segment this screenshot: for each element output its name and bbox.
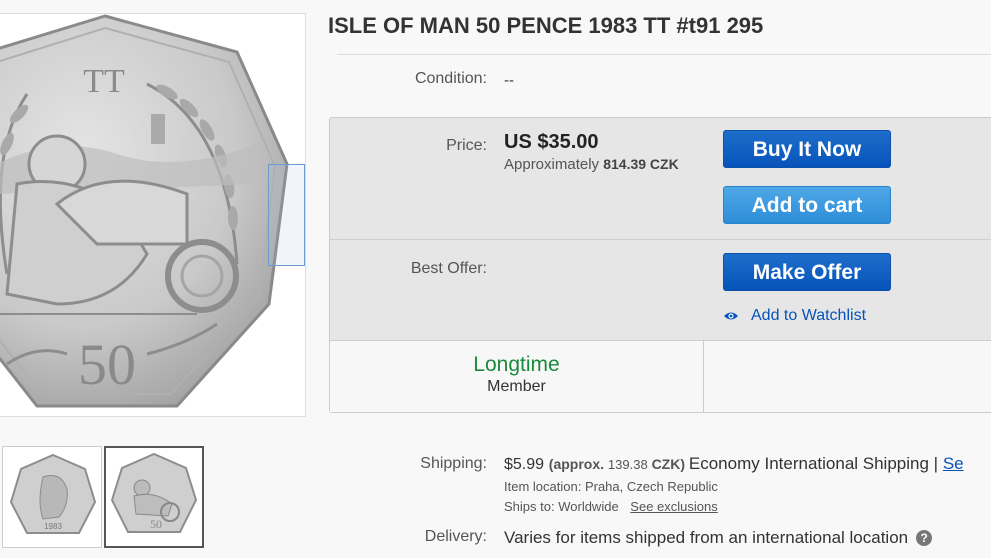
shipping-approx-close: CZK) <box>651 456 685 472</box>
price-label: Price: <box>446 137 487 154</box>
thumbnail-reverse[interactable]: 50 <box>104 446 204 548</box>
item-location-line: Item location: Praha, Czech Republic <box>504 479 718 494</box>
price-approx-prefix: Approximately <box>504 156 600 173</box>
seller-badge-subtitle: Member <box>487 378 546 395</box>
delivery-info: Varies for items shipped from an interna… <box>504 528 933 548</box>
main-product-image[interactable]: TT 50 <box>0 13 306 417</box>
make-offer-button[interactable]: Make Offer <box>723 253 891 291</box>
watchlist-label: Add to Watchlist <box>751 307 867 324</box>
eye-icon <box>724 312 738 320</box>
condition-label: Condition: <box>414 70 487 87</box>
delivery-text: Varies for items shipped from an interna… <box>504 528 909 547</box>
thumb-denomination: 50 <box>150 517 162 531</box>
shipping-line: $5.99 (approx. 139.38 CZK) Economy Inter… <box>504 454 964 474</box>
item-location-label: Item location: <box>504 479 582 494</box>
coin-thumbnail-tt: 50 <box>110 452 198 533</box>
seller-box-divider <box>703 340 704 412</box>
ships-to-value: Worldwide <box>558 499 619 514</box>
shipping-approx: (approx. 139.38 CZK) <box>549 456 689 472</box>
thumb-year: 1983 <box>44 522 62 531</box>
seller-badge-title: Longtime <box>473 353 560 376</box>
best-offer-label: Best Offer: <box>410 260 487 277</box>
coin-image: TT 50 <box>0 14 289 408</box>
add-to-watchlist-link[interactable]: Add to Watchlist <box>723 306 866 326</box>
price-converted: Approximately 814.39 CZK <box>504 156 679 173</box>
coin-thumbnail-queen: 1983 <box>9 453 97 534</box>
coin-denomination: 50 <box>78 332 136 397</box>
price-approx-value: 814.39 CZK <box>603 156 679 172</box>
condition-value: -- <box>504 72 514 89</box>
item-location-value: Praha, Czech Republic <box>584 479 718 494</box>
shipping-service: Economy International Shipping | <box>688 454 939 473</box>
shipping-approx-value: 139.38 <box>607 457 648 472</box>
help-icon[interactable]: ? <box>916 530 933 546</box>
shipping-approx-open: (approx. <box>548 456 605 472</box>
delivery-label: Delivery: <box>424 528 487 545</box>
title-divider <box>337 54 991 55</box>
add-to-cart-button[interactable]: Add to cart <box>723 186 891 224</box>
shipping-amount: $5.99 <box>504 456 545 473</box>
item-title: ISLE OF MAN 50 PENCE 1983 TT #t91 295 <box>328 13 764 38</box>
price-amount: US $35.00 <box>504 131 599 153</box>
thumbnail-obverse[interactable]: 1983 <box>2 446 102 548</box>
ships-to-label: Ships to: <box>504 499 555 514</box>
shipping-details-link[interactable]: Se <box>943 454 964 473</box>
zoom-lens[interactable] <box>268 164 305 266</box>
ships-to-line: Ships to: Worldwide See exclusions <box>504 499 718 514</box>
shipping-label: Shipping: <box>420 455 487 472</box>
buy-box-divider <box>329 239 991 240</box>
buy-it-now-button[interactable]: Buy It Now <box>723 130 891 168</box>
coin-tt-text: TT <box>83 63 125 100</box>
see-exclusions-link[interactable]: See exclusions <box>630 499 717 514</box>
